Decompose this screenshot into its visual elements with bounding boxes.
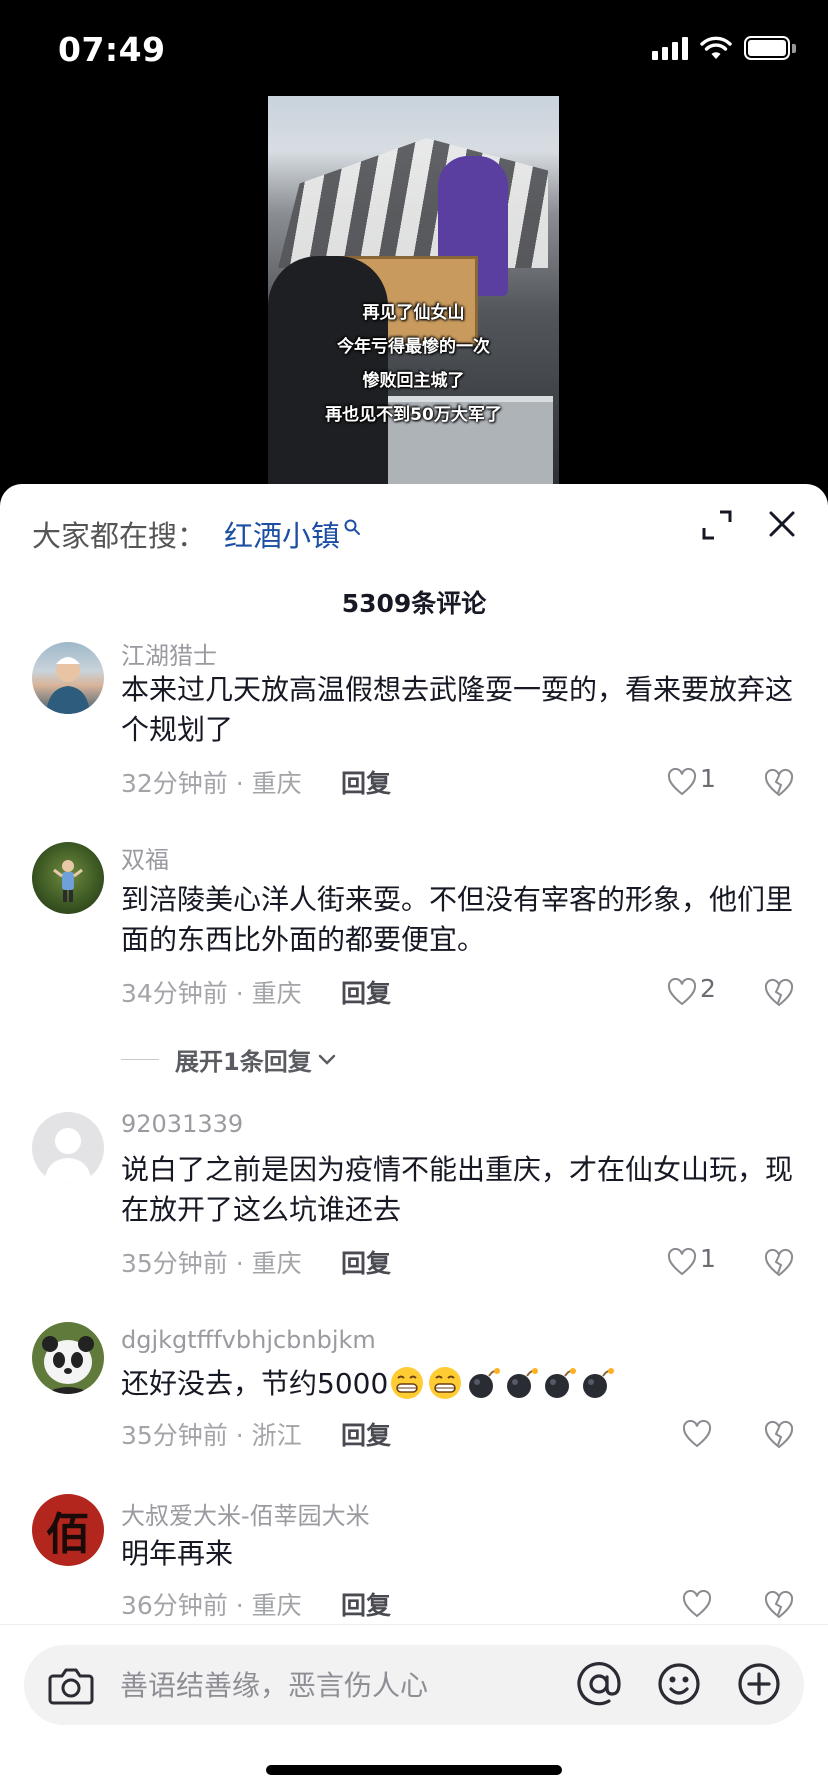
comment-count: 5309条评论 — [341, 589, 487, 618]
avatar-glyph: 佰 — [46, 1509, 90, 1560]
like-count: 2 — [700, 974, 716, 1003]
camera-icon[interactable] — [48, 1663, 94, 1707]
reply-button[interactable]: 回复 — [341, 764, 391, 800]
comment-username[interactable]: 92031339 — [121, 1110, 243, 1138]
comment-text: 明年再来 — [121, 1537, 234, 1570]
comment-meta: 35分钟前 · 重庆 — [121, 1249, 302, 1278]
broken-heart-icon[interactable] — [764, 978, 794, 1008]
expand-replies-button[interactable]: 展开1条回复 — [121, 1044, 338, 1076]
reply-button[interactable]: 回复 — [341, 1586, 391, 1622]
grin-emoji-icon — [391, 1367, 424, 1399]
heart-icon[interactable] — [667, 1248, 697, 1276]
grin-emoji-icon — [429, 1367, 462, 1399]
battery-icon — [744, 36, 796, 60]
comment-input-container — [24, 1645, 804, 1725]
comment-text: 到涪陵美心洋人街来耍。不但没有宰客的形象，他们里面的东西比外面的都要便宜。 — [121, 883, 794, 956]
comment-text: 说白了之前是因为疫情不能出重庆，才在仙女山玩，现在放开了这么坑谁还去 — [121, 1153, 794, 1226]
comment-text: 还好没去，节约5000 — [121, 1364, 801, 1404]
broken-heart-icon[interactable] — [764, 1420, 794, 1450]
heart-icon[interactable] — [682, 1590, 712, 1618]
comment-meta: 32分钟前 · 重庆 — [121, 769, 302, 798]
trending-search-term[interactable]: 红酒小镇 — [224, 513, 340, 555]
video-caption-line: 再也见不到50万大军了 — [325, 405, 502, 425]
like-count: 1 — [700, 764, 716, 793]
status-time: 07:49 — [58, 30, 166, 69]
avatar[interactable] — [32, 1322, 104, 1394]
at-mention-icon[interactable] — [576, 1661, 622, 1707]
heart-icon[interactable] — [682, 1420, 712, 1448]
trending-search-label: 大家都在搜： — [32, 519, 207, 553]
bomb-emoji-icon — [545, 1368, 577, 1398]
trending-search[interactable]: 大家都在搜： 红酒小镇 — [32, 512, 361, 556]
heart-icon[interactable] — [667, 978, 697, 1006]
home-indicator[interactable] — [266, 1765, 562, 1775]
heart-icon[interactable] — [667, 768, 697, 796]
broken-heart-icon[interactable] — [764, 1248, 794, 1278]
reply-button[interactable]: 回复 — [341, 1244, 391, 1280]
divider — [121, 1058, 159, 1060]
expand-replies-label: 展开1条回复 — [175, 1047, 312, 1076]
search-icon — [344, 519, 361, 535]
expand-icon[interactable] — [700, 508, 734, 542]
comment-username[interactable]: 江湖猎士 — [121, 636, 217, 671]
wifi-icon — [700, 36, 732, 59]
comment-username[interactable]: 大叔爱大米-佰莘园大米 — [121, 1496, 370, 1531]
signal-icon — [652, 36, 688, 60]
bomb-emoji-icon — [469, 1368, 501, 1398]
broken-heart-icon[interactable] — [764, 1590, 794, 1620]
avatar[interactable] — [32, 642, 104, 714]
status-icons — [652, 36, 796, 60]
emoji-icon[interactable] — [656, 1661, 702, 1707]
video-caption-line: 再见了仙女山 — [362, 303, 465, 323]
comment-sheet: 大家都在搜： 红酒小镇 5309条评论 江湖猎士 本来过几天放高温假想去武隆耍一… — [0, 484, 828, 1792]
plus-icon[interactable] — [736, 1661, 782, 1707]
like-count: 1 — [700, 1244, 716, 1273]
bomb-emoji-icon — [583, 1368, 615, 1398]
chevron-down-icon — [318, 1054, 335, 1065]
comment-text-content: 还好没去，节约5000 — [121, 1367, 389, 1400]
video-caption: 再见了仙女山 今年亏得最惨的一次 惨败回主城了 再也见不到50万大军了 — [268, 296, 559, 432]
broken-heart-icon[interactable] — [764, 768, 794, 798]
comment-username[interactable]: 双福 — [121, 840, 169, 875]
avatar[interactable] — [32, 1112, 104, 1184]
close-icon[interactable] — [762, 504, 802, 544]
comment-text: 本来过几天放高温假想去武隆耍一耍的，看来要放弃这个规划了 — [121, 673, 794, 746]
screen: 07:49 再见了仙女山 今年亏得最惨的一次 惨败回主城了 再也见不到50万大军… — [0, 0, 828, 1792]
comment-meta: 34分钟前 · 重庆 — [121, 979, 302, 1008]
status-bar: 07:49 — [0, 0, 828, 100]
comment-meta: 35分钟前 · 浙江 — [121, 1421, 302, 1450]
avatar[interactable]: 佰 — [32, 1494, 104, 1566]
video-player[interactable]: 再见了仙女山 今年亏得最惨的一次 惨败回主城了 再也见不到50万大军了 — [268, 96, 559, 488]
comment-input[interactable] — [120, 1645, 480, 1725]
avatar[interactable] — [32, 842, 104, 914]
video-caption-line: 今年亏得最惨的一次 — [337, 337, 490, 357]
reply-button[interactable]: 回复 — [341, 1416, 391, 1452]
reply-button[interactable]: 回复 — [341, 974, 391, 1010]
video-caption-line: 惨败回主城了 — [362, 371, 465, 391]
comment-meta: 36分钟前 · 重庆 — [121, 1591, 302, 1620]
comment-username[interactable]: dgjkgtfffvbhjcbnbjkm — [121, 1326, 376, 1354]
bomb-emoji-icon — [507, 1368, 539, 1398]
